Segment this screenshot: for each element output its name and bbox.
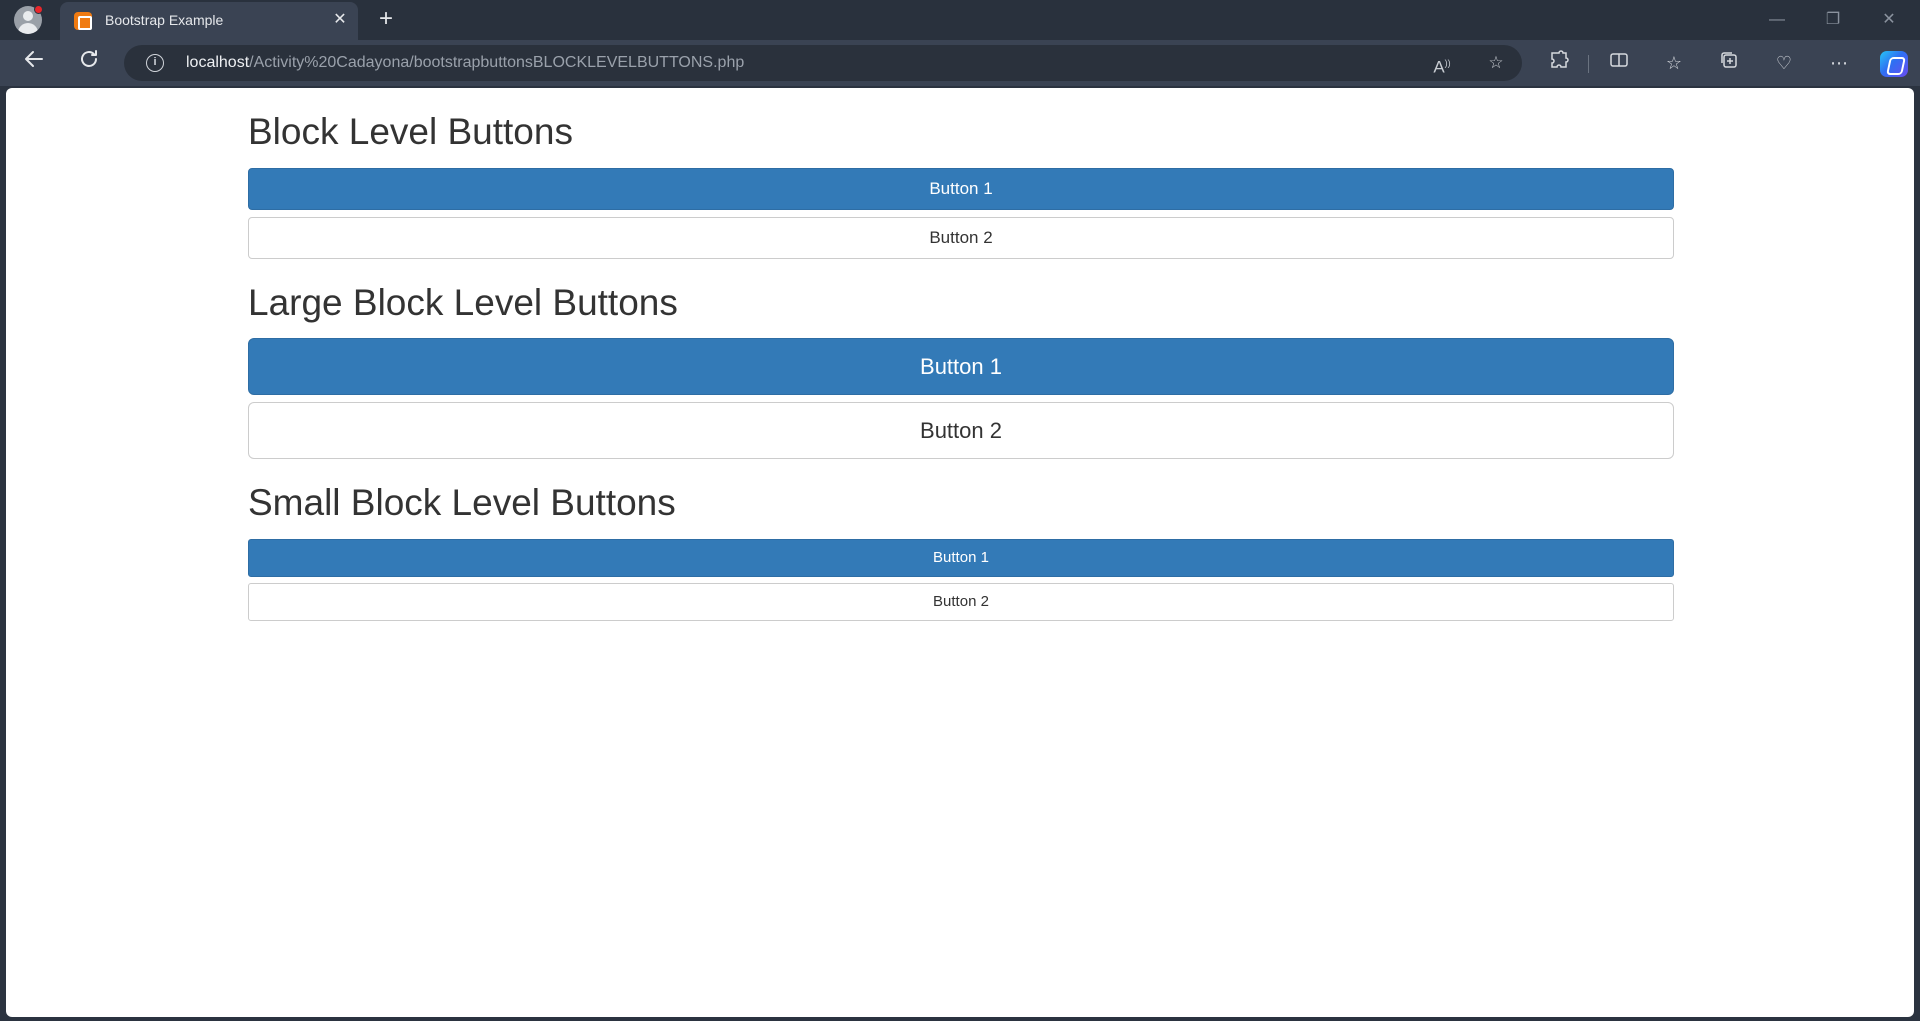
- copilot-icon[interactable]: [1880, 51, 1908, 77]
- split-screen-icon[interactable]: [1605, 50, 1633, 76]
- tab-title: Bootstrap Example: [105, 12, 224, 28]
- toolbar-divider: [1588, 55, 1589, 73]
- read-aloud-icon[interactable]: A)): [1430, 51, 1454, 77]
- small-block-button-1[interactable]: Button 1: [248, 539, 1674, 578]
- refresh-icon[interactable]: [73, 48, 105, 78]
- xampp-favicon-icon: [74, 12, 92, 30]
- favorite-star-icon[interactable]: ☆: [1484, 51, 1508, 75]
- page-container: Block Level Buttons Button 1 Button 2 La…: [248, 88, 1674, 622]
- heading-small-block-level-buttons: Small Block Level Buttons: [248, 482, 676, 524]
- url-path: /Activity%20Cadayona/bootstrapbuttonsBLO…: [249, 54, 745, 71]
- heading-block-level-buttons: Block Level Buttons: [248, 111, 573, 152]
- url-host: localhost: [186, 54, 250, 71]
- large-block-button-2[interactable]: Button 2: [248, 402, 1674, 460]
- block-button-1[interactable]: Button 1: [248, 167, 1674, 210]
- restore-button[interactable]: ❐: [1810, 0, 1856, 40]
- heading-large-block-level-buttons: Large Block Level Buttons: [248, 281, 678, 323]
- more-icon[interactable]: ⋯: [1825, 50, 1853, 76]
- notification-dot-icon: [34, 5, 43, 14]
- url-text[interactable]: localhost/Activity%20Cadayona/bootstrapb…: [186, 54, 744, 72]
- browser-tab[interactable]: Bootstrap Example ✕: [60, 2, 358, 40]
- minimize-button[interactable]: —: [1754, 0, 1800, 40]
- page-viewport: Block Level Buttons Button 1 Button 2 La…: [6, 88, 1914, 1017]
- small-block-button-2[interactable]: Button 2: [248, 583, 1674, 622]
- favorites-icon[interactable]: ☆: [1660, 50, 1688, 76]
- large-block-button-1[interactable]: Button 1: [248, 338, 1674, 396]
- tab-close-icon[interactable]: ✕: [328, 8, 352, 32]
- browser-toolbar: i localhost/Activity%20Cadayona/bootstra…: [0, 40, 1920, 86]
- address-bar[interactable]: i localhost/Activity%20Cadayona/bootstra…: [124, 45, 1522, 81]
- block-button-2[interactable]: Button 2: [248, 216, 1674, 259]
- title-bar: Bootstrap Example ✕ + — ❐ ✕: [0, 0, 1920, 40]
- site-info-icon[interactable]: i: [146, 54, 164, 72]
- collections-icon[interactable]: [1715, 50, 1743, 76]
- close-window-button[interactable]: ✕: [1866, 0, 1912, 40]
- new-tab-button[interactable]: +: [372, 6, 400, 34]
- back-arrow-icon[interactable]: [18, 48, 50, 78]
- browser-essentials-icon[interactable]: ♡: [1770, 50, 1798, 76]
- extensions-icon[interactable]: [1545, 50, 1573, 76]
